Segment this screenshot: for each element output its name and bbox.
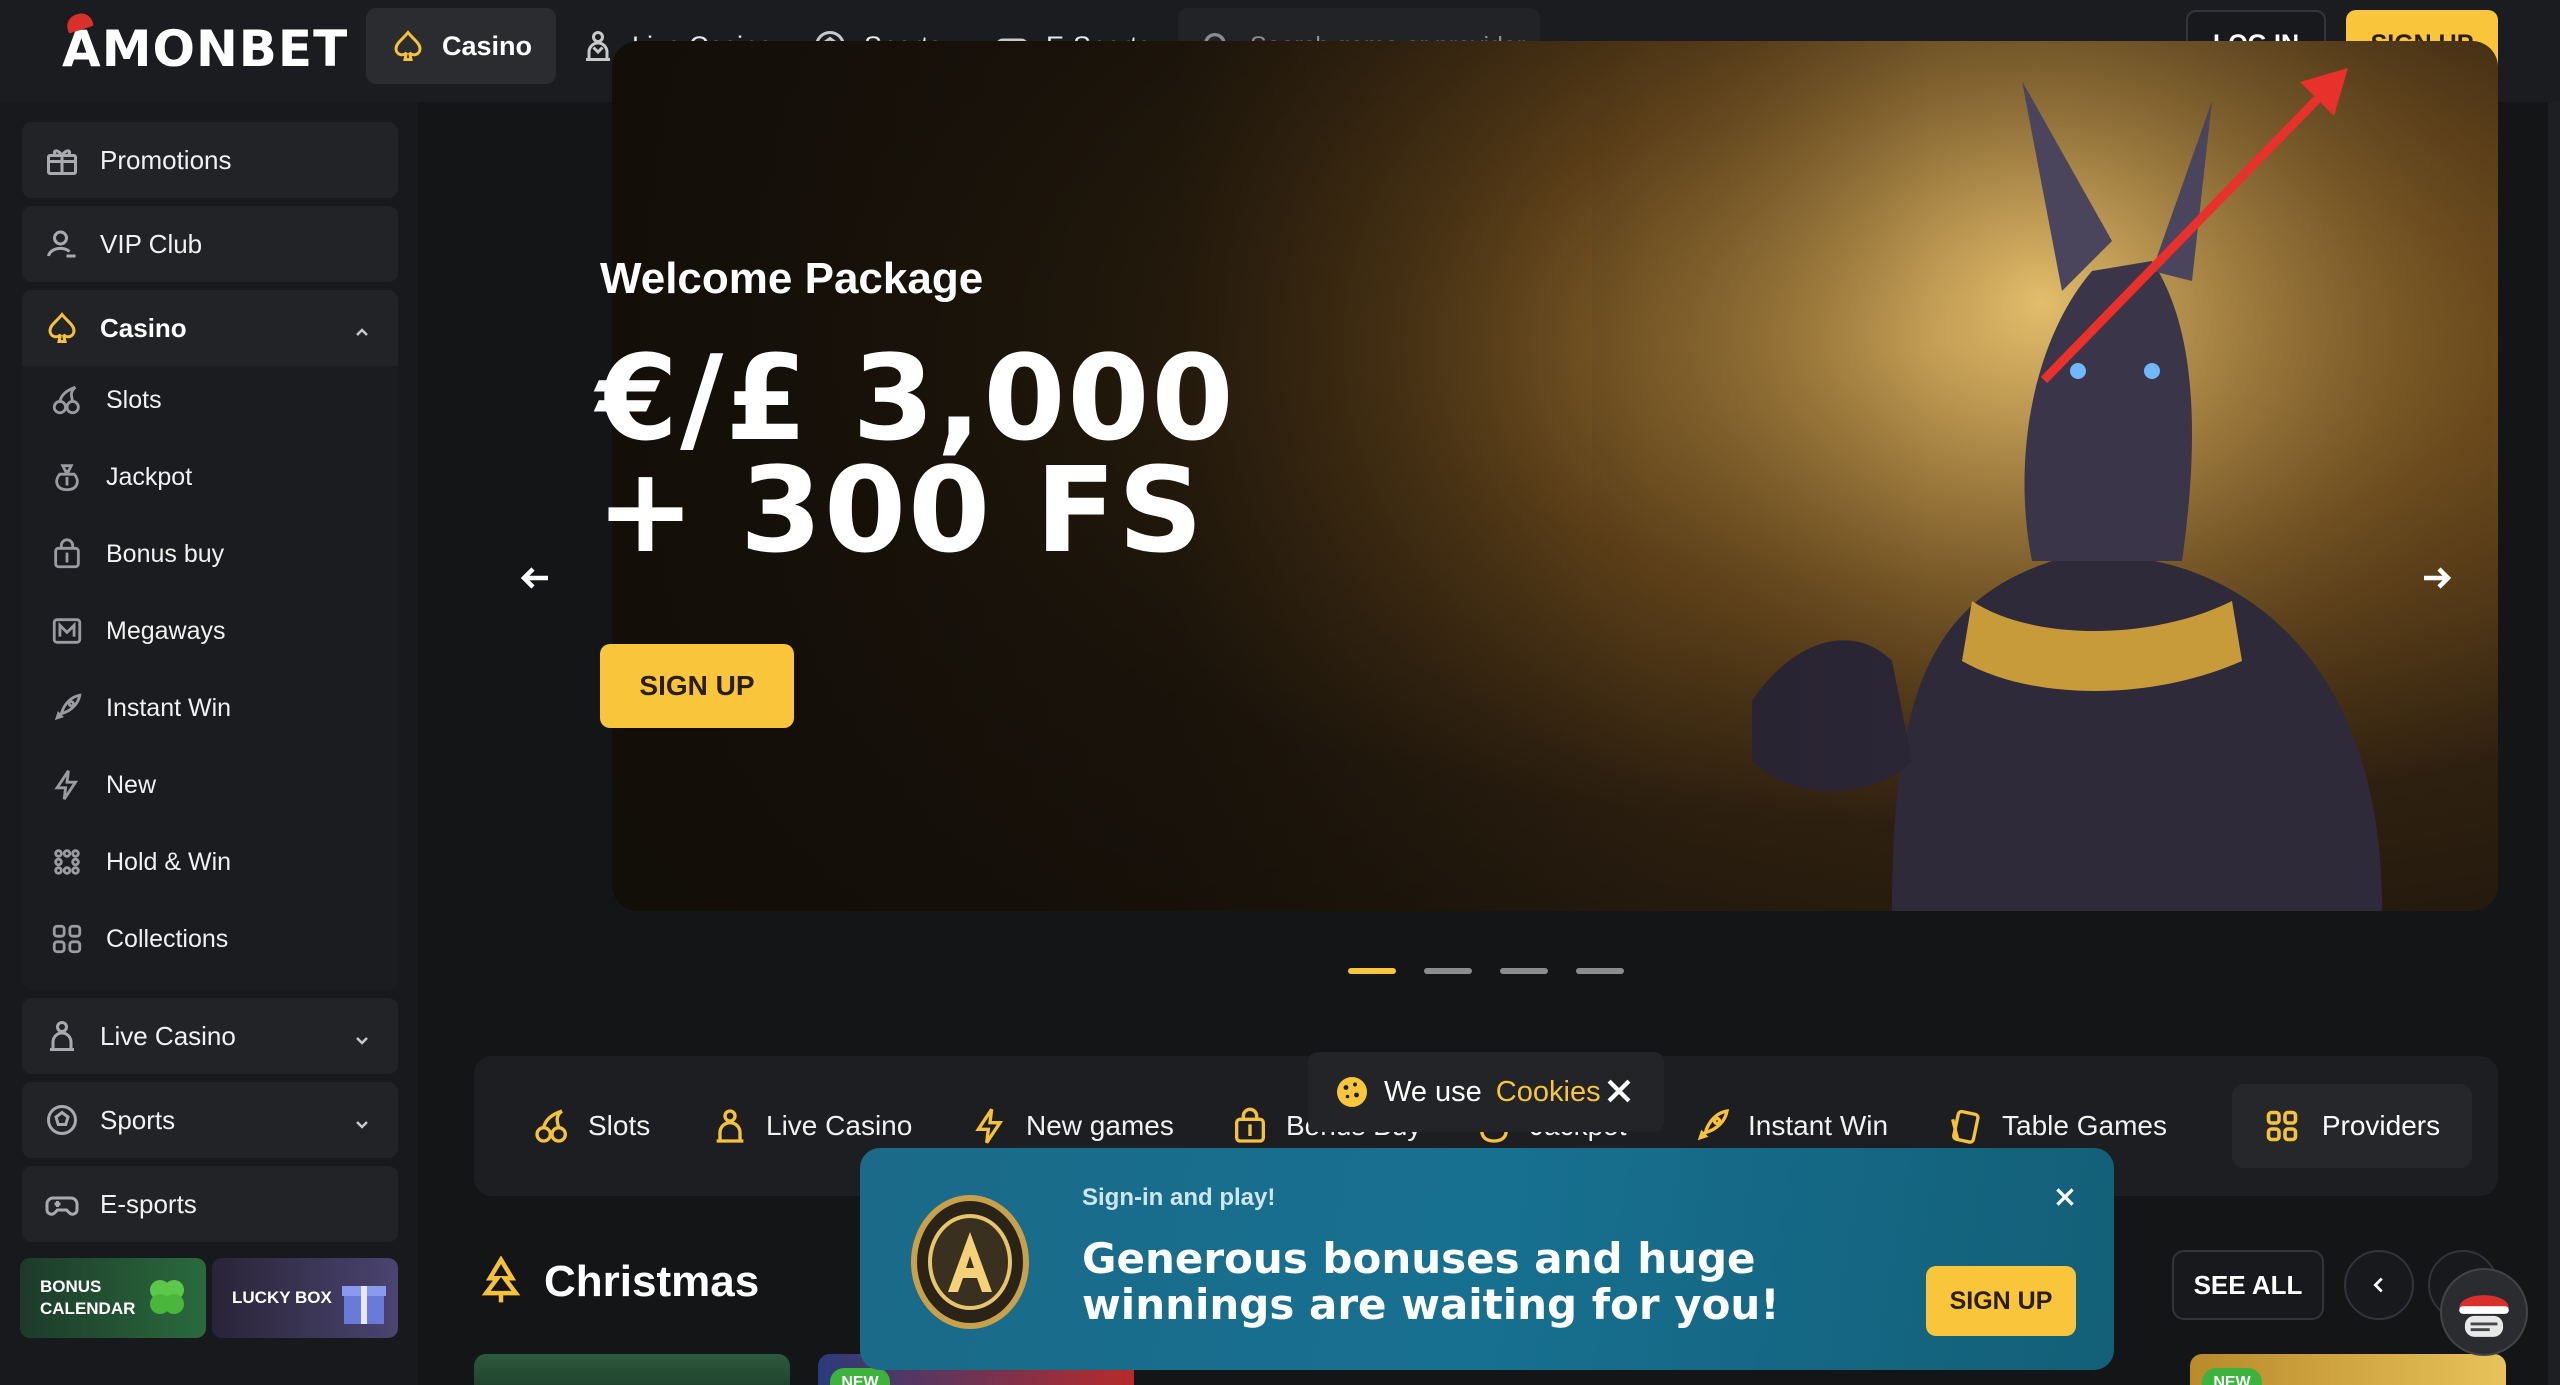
cookie-notice: We use Cookies bbox=[1308, 1052, 1664, 1132]
sidebar-sub-collections[interactable]: Collections bbox=[50, 911, 228, 967]
carousel-next-button[interactable] bbox=[2396, 538, 2476, 618]
sidebar-sub-instant-win[interactable]: Instant Win bbox=[50, 680, 231, 736]
popup-subtitle: Sign-in and play! bbox=[1082, 1184, 1276, 1211]
nav-casino[interactable]: Casino bbox=[366, 8, 557, 84]
spade-icon bbox=[394, 30, 422, 61]
carousel-dot[interactable] bbox=[1348, 968, 1396, 974]
grid-icon bbox=[2266, 1110, 2298, 1142]
dealer-icon bbox=[586, 31, 610, 61]
close-icon[interactable] bbox=[1602, 1074, 1636, 1108]
cherries-icon bbox=[535, 1109, 567, 1143]
sidebar-sub-new[interactable]: New bbox=[50, 757, 156, 813]
new-badge: NEW bbox=[830, 1368, 890, 1385]
category-table-games[interactable]: Table Games bbox=[1946, 1098, 2167, 1154]
chevron-left-icon bbox=[2373, 1277, 2383, 1293]
arrow-left-icon bbox=[520, 567, 548, 589]
cherries-icon bbox=[52, 385, 80, 415]
clover-icon bbox=[150, 1280, 184, 1314]
sidebar-item-casino[interactable]: Casino bbox=[22, 290, 398, 366]
chat-support-button[interactable] bbox=[2440, 1268, 2528, 1356]
signin-popup: Sign-in and play! Generous bonuses and h… bbox=[860, 1148, 2114, 1370]
spade-icon bbox=[48, 312, 76, 343]
category-live-casino[interactable]: Live Casino bbox=[710, 1098, 912, 1154]
popup-signup-button[interactable]: SIGN UP bbox=[1926, 1266, 2076, 1336]
game-thumbnail[interactable] bbox=[474, 1354, 790, 1385]
sidebar-sub-jackpot[interactable]: Jackpot bbox=[50, 449, 192, 505]
cookies-link[interactable]: Cookies bbox=[1496, 1076, 1601, 1109]
chat-icon bbox=[2459, 1295, 2509, 1337]
sidebar-item-esports[interactable]: E-sports bbox=[22, 1166, 398, 1242]
section-prev-button[interactable] bbox=[2344, 1250, 2414, 1320]
sidebar-sub-bonus-buy[interactable]: Bonus buy bbox=[50, 526, 224, 582]
grid-icon bbox=[52, 924, 82, 954]
lightning-icon bbox=[54, 770, 79, 800]
chevron-up-icon[interactable] bbox=[352, 318, 372, 338]
scrollbar[interactable] bbox=[2548, 102, 2560, 1385]
lightning-icon bbox=[975, 1108, 1004, 1144]
dots-grid-icon bbox=[54, 849, 80, 875]
annotation-arrow bbox=[2040, 68, 2348, 384]
dealer-icon bbox=[716, 1109, 744, 1143]
user-icon bbox=[47, 230, 76, 258]
money-bag-icon bbox=[55, 464, 79, 492]
carousel-indicators bbox=[1348, 968, 1624, 974]
carousel-dot[interactable] bbox=[1500, 968, 1548, 974]
sidebar-item-live-casino[interactable]: Live Casino bbox=[22, 998, 398, 1074]
megaways-icon bbox=[52, 618, 82, 644]
gift-box-icon bbox=[342, 1286, 386, 1324]
shopping-bag-icon bbox=[1235, 1107, 1265, 1143]
chevron-down-icon[interactable] bbox=[352, 1026, 372, 1046]
soccer-ball-icon bbox=[47, 1105, 77, 1135]
cards-icon bbox=[1951, 1109, 1980, 1144]
hero-signup-button[interactable]: SIGN UP bbox=[600, 644, 794, 728]
sidebar-item-sports[interactable]: Sports bbox=[22, 1082, 398, 1158]
popup-headline: Generous bonuses and huge winnings are w… bbox=[1082, 1234, 1780, 1329]
close-icon[interactable] bbox=[2052, 1184, 2078, 1210]
sidebar-sub-slots[interactable]: Slots bbox=[50, 372, 162, 428]
sidebar-item-vip[interactable]: VIP Club bbox=[22, 206, 398, 282]
cookie-icon bbox=[1337, 1077, 1367, 1107]
category-instant-win[interactable]: Instant Win bbox=[1692, 1098, 1888, 1154]
rocket-icon bbox=[54, 693, 82, 721]
carousel-dot[interactable] bbox=[1576, 968, 1624, 974]
hero-subtitle: Welcome Package bbox=[600, 254, 984, 303]
carousel-prev-button[interactable] bbox=[496, 538, 576, 618]
see-all-button[interactable]: SEE ALL bbox=[2172, 1250, 2324, 1320]
category-new-games[interactable]: New games bbox=[970, 1098, 1174, 1154]
game-thumbnail[interactable]: NEW bbox=[2190, 1354, 2506, 1385]
christmas-tree-icon bbox=[481, 1256, 521, 1303]
new-badge: NEW bbox=[2202, 1368, 2262, 1385]
lucky-box-card[interactable]: LUCKY BOX bbox=[212, 1258, 398, 1338]
casino-submenu: Slots Jackpot Bonus buy Megaways Instant… bbox=[22, 366, 398, 990]
hero-title: €/£ 3,000 + 300 FS bbox=[596, 329, 1236, 579]
carousel-dot[interactable] bbox=[1424, 968, 1472, 974]
category-slots[interactable]: Slots bbox=[532, 1098, 650, 1154]
gamepad-icon bbox=[45, 1196, 79, 1216]
section-christmas-title: Christmas bbox=[478, 1256, 759, 1308]
bonus-calendar-card[interactable]: BONUS CALENDAR bbox=[20, 1258, 206, 1338]
dealer-icon bbox=[50, 1021, 74, 1051]
sidebar-item-promotions[interactable]: Promotions bbox=[22, 122, 398, 198]
chip-coin-icon bbox=[911, 1195, 1029, 1329]
chevron-down-icon[interactable] bbox=[352, 1110, 372, 1130]
logo[interactable]: AMONBET bbox=[62, 10, 348, 78]
sidebar-sub-hold-win[interactable]: Hold & Win bbox=[50, 834, 231, 890]
arrow-right-icon bbox=[2424, 567, 2452, 589]
providers-button[interactable]: Providers bbox=[2232, 1084, 2472, 1168]
gift-icon bbox=[47, 149, 77, 175]
shopping-bag-icon bbox=[54, 538, 80, 569]
rocket-icon bbox=[1697, 1108, 1730, 1141]
sidebar-sub-megaways[interactable]: Megaways bbox=[50, 603, 226, 659]
